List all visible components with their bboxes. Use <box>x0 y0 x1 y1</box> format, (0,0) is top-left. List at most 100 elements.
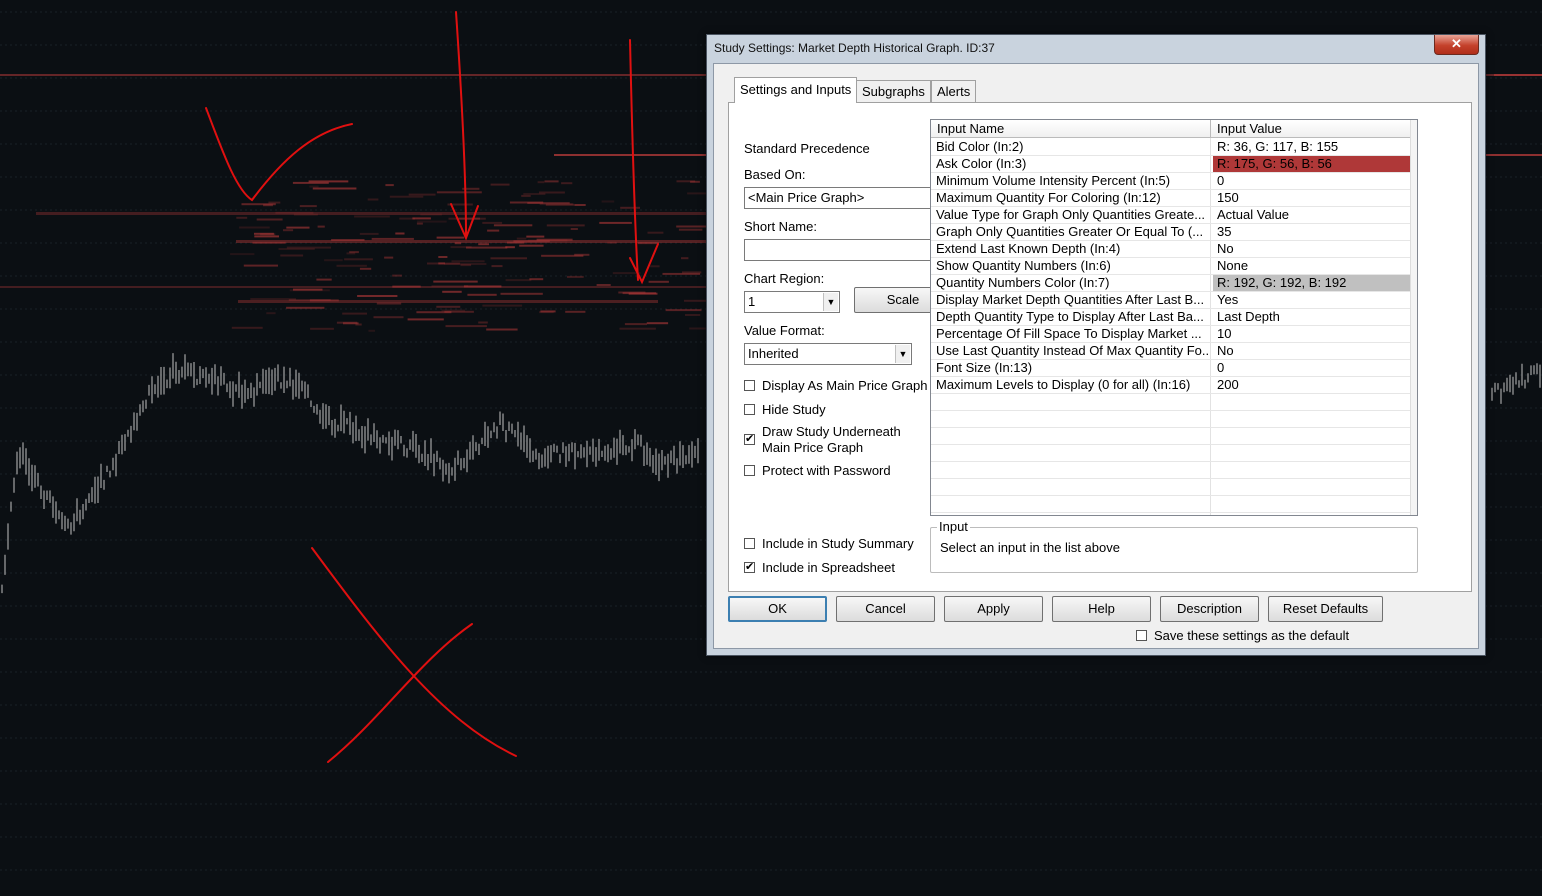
table-row[interactable]: Use Last Quantity Instead Of Max Quantit… <box>931 343 1417 360</box>
table-row[interactable]: Depth Quantity Type to Display After Las… <box>931 309 1417 326</box>
depth-cell <box>436 305 461 308</box>
depth-cell <box>268 201 281 204</box>
draw-study-underneath-checkbox[interactable]: ✔ <box>744 434 755 445</box>
table-row[interactable] <box>931 496 1417 513</box>
short-name-input[interactable] <box>744 239 951 261</box>
table-row[interactable] <box>931 394 1417 411</box>
include-in-spreadsheet-checkbox[interactable]: ✔ <box>744 562 755 573</box>
column-header-input-value[interactable]: Input Value <box>1211 120 1411 138</box>
depth-cell <box>482 304 523 307</box>
table-row[interactable]: Value Type for Graph Only Quantities Gre… <box>931 207 1417 224</box>
depth-cell <box>278 248 315 250</box>
table-row[interactable] <box>931 411 1417 428</box>
table-row[interactable]: Display Market Depth Quantities After La… <box>931 292 1417 309</box>
depth-cell <box>344 258 373 261</box>
display-as-main-price-graph-checkbox[interactable] <box>744 380 755 391</box>
dialog-title: Study Settings: Market Depth Historical … <box>714 41 995 55</box>
table-scrollbar[interactable] <box>1410 120 1417 515</box>
depth-cell <box>254 235 279 238</box>
table-row[interactable] <box>931 479 1417 496</box>
apply-button[interactable]: Apply <box>944 596 1043 622</box>
value-format-dropdown[interactable]: Inherited ▼ <box>744 343 912 365</box>
input-value-cell[interactable]: 0 <box>1213 173 1411 189</box>
table-row[interactable]: Ask Color (In:3) R: 175, G: 56, B: 56 <box>931 156 1417 173</box>
table-row[interactable]: Minimum Volume Intensity Percent (In:5) 0 <box>931 173 1417 190</box>
input-name-cell: Graph Only Quantities Greater Or Equal T… <box>936 224 1204 239</box>
input-value-cell[interactable]: 150 <box>1213 190 1411 206</box>
description-button[interactable]: Description <box>1160 596 1259 622</box>
reset-defaults-button[interactable]: Reset Defaults <box>1268 596 1383 622</box>
protect-with-password-checkbox[interactable] <box>744 465 755 476</box>
depth-cell <box>316 278 332 281</box>
table-row[interactable]: Graph Only Quantities Greater Or Equal T… <box>931 224 1417 241</box>
hide-study-checkbox[interactable] <box>744 404 755 415</box>
depth-cell <box>444 263 487 265</box>
depth-cell <box>681 257 689 260</box>
tab-settings-and-inputs[interactable]: Settings and Inputs <box>734 77 858 103</box>
depth-cell <box>286 226 310 229</box>
chevron-down-icon[interactable]: ▼ <box>895 345 910 363</box>
input-value-cell[interactable]: R: 36, G: 117, B: 155 <box>1213 139 1411 155</box>
table-row[interactable]: Extend Last Known Depth (In:4) No <box>931 241 1417 258</box>
depth-cell <box>487 229 500 232</box>
depth-level <box>1494 74 1542 76</box>
input-value-cell[interactable]: 10 <box>1213 326 1411 342</box>
table-row[interactable]: Bid Color (In:2) R: 36, G: 117, B: 155 <box>931 139 1417 156</box>
ok-button[interactable]: OK <box>728 596 827 622</box>
input-value-cell[interactable]: Last Depth <box>1213 309 1411 325</box>
depth-cell <box>309 299 339 302</box>
depth-cell <box>527 239 568 242</box>
input-value-cell[interactable]: Yes <box>1213 292 1411 308</box>
input-value-cell[interactable]: 35 <box>1213 224 1411 240</box>
tab-subgraphs[interactable]: Subgraphs <box>856 80 931 102</box>
input-value-cell[interactable]: No <box>1213 241 1411 257</box>
table-row[interactable]: Percentage Of Fill Space To Display Mark… <box>931 326 1417 343</box>
save-as-default-checkbox[interactable] <box>1136 630 1147 641</box>
input-value-cell[interactable]: R: 175, G: 56, B: 56 <box>1213 156 1411 172</box>
chart-region-dropdown[interactable]: 1 ▼ <box>744 291 840 313</box>
depth-cell <box>385 184 394 187</box>
table-row[interactable]: Show Quantity Numbers (In:6) None <box>931 258 1417 275</box>
table-row[interactable]: Font Size (In:13) 0 <box>931 360 1417 377</box>
help-button[interactable]: Help <box>1052 596 1151 622</box>
include-in-study-summary-checkbox[interactable] <box>744 538 755 549</box>
based-on-dropdown[interactable]: <Main Price Graph> ▼ <box>744 187 951 209</box>
input-name-cell: Ask Color (In:3) <box>936 156 1027 171</box>
table-row[interactable]: Quantity Numbers Color (In:7) R: 192, G: … <box>931 275 1417 292</box>
column-header-input-name[interactable]: Input Name <box>931 120 1211 138</box>
table-row[interactable]: Maximum Levels to Display (0 for all) (I… <box>931 377 1417 394</box>
table-row[interactable]: Maximum Quantity For Coloring (In:12) 150 <box>931 190 1417 207</box>
depth-cell <box>376 302 402 305</box>
depth-cell <box>416 222 423 225</box>
depth-cell <box>527 202 570 204</box>
input-value-cell[interactable]: R: 192, G: 192, B: 192 <box>1213 275 1411 291</box>
depth-cell <box>230 253 255 256</box>
input-value-cell[interactable]: Actual Value <box>1213 207 1411 223</box>
depth-cell <box>392 274 402 277</box>
inputs-table[interactable]: Input Name Input Value Bid Color (In:2) R… <box>930 119 1418 516</box>
depth-cell <box>463 285 502 288</box>
input-value-cell[interactable]: 0 <box>1213 360 1411 376</box>
table-row[interactable] <box>931 462 1417 479</box>
input-value-cell[interactable]: None <box>1213 258 1411 274</box>
input-name-cell: Value Type for Graph Only Quantities Gre… <box>936 207 1206 222</box>
table-row[interactable] <box>931 445 1417 462</box>
cancel-button[interactable]: Cancel <box>836 596 935 622</box>
save-as-default-label: Save these settings as the default <box>1154 628 1350 643</box>
depth-cell <box>407 318 444 321</box>
input-name-cell: Show Quantity Numbers (In:6) <box>936 258 1111 273</box>
input-value-cell[interactable]: No <box>1213 343 1411 359</box>
short-name-label: Short Name: <box>744 219 817 234</box>
depth-cell <box>451 260 485 263</box>
table-header: Input Name Input Value <box>931 120 1411 138</box>
input-value-cell[interactable]: 200 <box>1213 377 1411 393</box>
chevron-down-icon[interactable]: ▼ <box>823 293 838 311</box>
depth-cell <box>505 279 532 282</box>
table-row[interactable] <box>931 428 1417 445</box>
study-settings-dialog: Study Settings: Market Depth Historical … <box>706 34 1486 656</box>
close-button[interactable]: ✕ <box>1434 35 1479 55</box>
tab-alerts[interactable]: Alerts <box>931 80 977 102</box>
draw-study-underneath-label-line2: Main Price Graph <box>762 440 864 455</box>
depth-cell <box>637 242 659 245</box>
depth-cell <box>690 180 700 183</box>
